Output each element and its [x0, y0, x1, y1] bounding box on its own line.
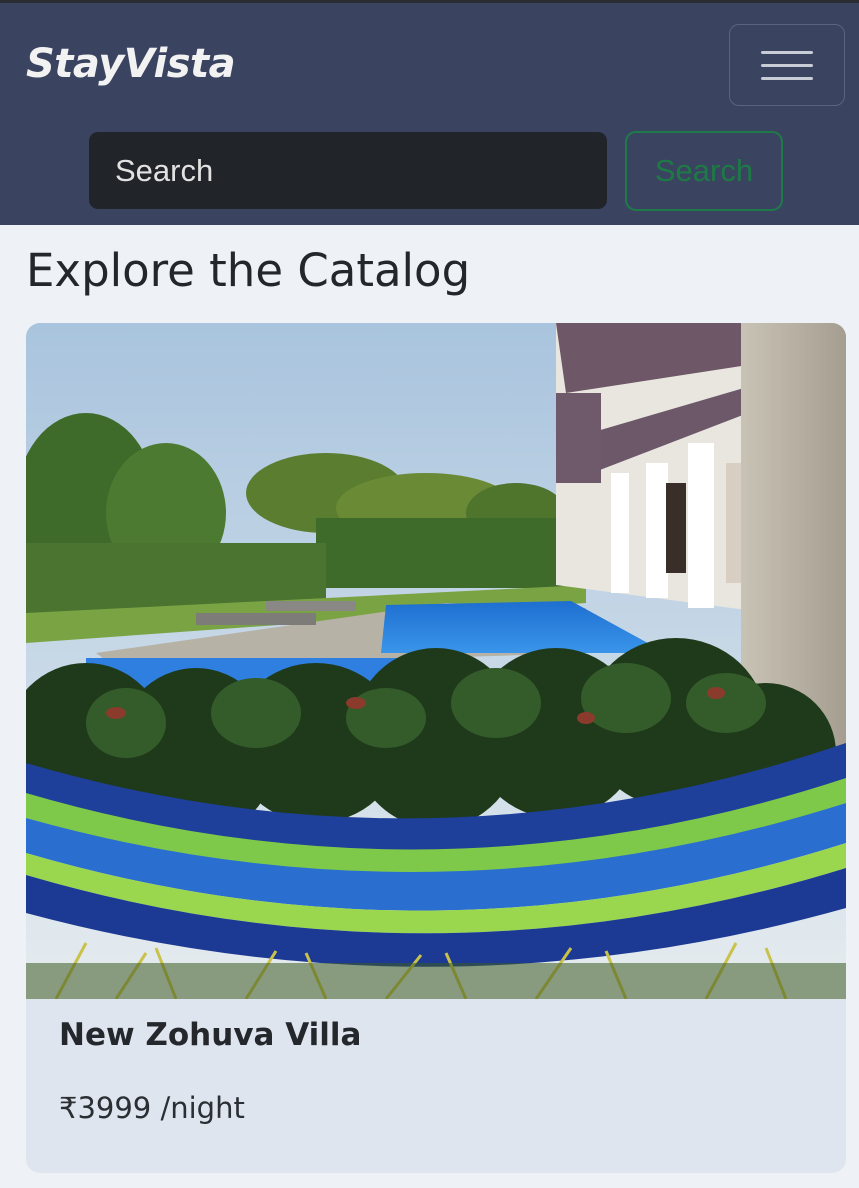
navbar: StayVista Search — [0, 3, 859, 225]
menu-toggle-button[interactable] — [729, 24, 845, 106]
listing-image[interactable] — [26, 323, 846, 999]
search-button[interactable]: Search — [625, 131, 783, 211]
listing-card-body: New Zohuva Villa ₹3999 /night — [26, 999, 846, 1173]
listing-title[interactable]: New Zohuva Villa — [59, 1017, 361, 1053]
listing-card[interactable]: New Zohuva Villa ₹3999 /night — [26, 323, 846, 1173]
hamburger-menu-icon — [761, 50, 813, 80]
listing-price: ₹3999 /night — [59, 1091, 245, 1125]
search-input[interactable] — [89, 132, 607, 209]
brand-logo[interactable]: StayVista — [26, 41, 236, 87]
page-title: Explore the Catalog — [26, 244, 471, 297]
